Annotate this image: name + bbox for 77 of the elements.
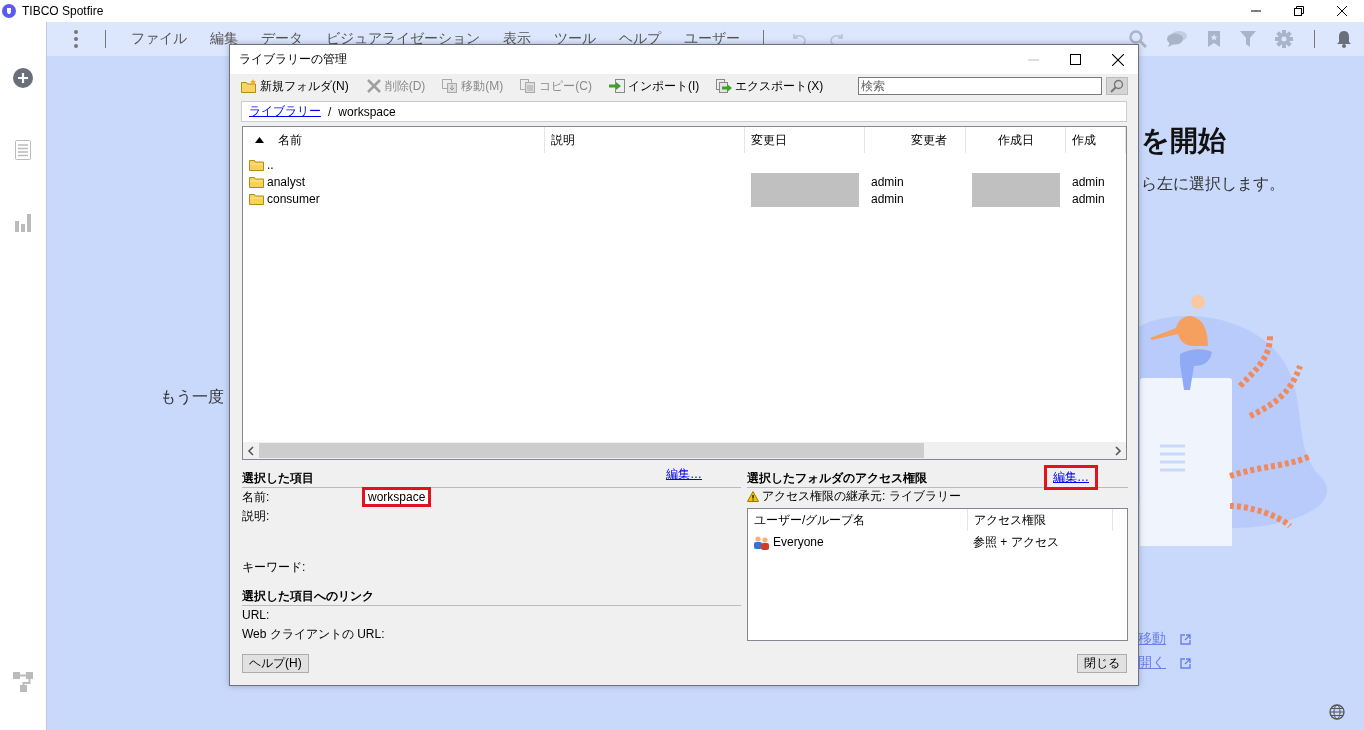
menu-item[interactable]: ヘルプ xyxy=(619,30,661,48)
external-link-icon xyxy=(1180,633,1191,645)
add-icon[interactable] xyxy=(13,68,33,88)
file-name[interactable]: .. xyxy=(267,157,274,172)
column-header[interactable]: 名前 xyxy=(243,127,545,153)
folder-icon xyxy=(249,192,264,205)
dialog-title: ライブラリーの管理 xyxy=(239,51,347,68)
delete-icon xyxy=(365,79,382,93)
horizontal-scrollbar[interactable] xyxy=(243,442,1126,459)
folder-icon xyxy=(249,175,264,188)
welcome-subtitle: ら左に選択します。 xyxy=(1141,174,1285,194)
restore-icon[interactable] xyxy=(1291,3,1307,19)
path-separator: / xyxy=(328,104,332,119)
close-icon[interactable] xyxy=(1112,53,1124,66)
new-folder-icon xyxy=(241,79,257,93)
column-header[interactable]: 変更日 xyxy=(745,127,865,153)
maximize-icon[interactable] xyxy=(1070,53,1082,66)
table-cell: admin xyxy=(871,174,904,189)
breadcrumb-link[interactable]: ライブラリー xyxy=(249,103,321,120)
move-icon xyxy=(442,79,459,93)
help-button[interactable]: ヘルプ(H) xyxy=(242,654,309,673)
search-icon[interactable] xyxy=(1129,30,1147,48)
more-icon[interactable] xyxy=(73,29,79,49)
field-label: 説明: xyxy=(242,508,271,525)
notifications-icon[interactable] xyxy=(1336,30,1352,48)
import-icon xyxy=(609,79,625,93)
column-header[interactable]: 作成日 xyxy=(966,127,1066,153)
table-cell: admin xyxy=(1072,191,1105,206)
breadcrumb-current: workspace xyxy=(338,104,396,119)
search-icon xyxy=(1110,79,1124,93)
copy-icon xyxy=(520,79,537,93)
column-header[interactable]: 説明 xyxy=(545,127,745,153)
field-label: キーワード: xyxy=(242,558,307,576)
warning-icon xyxy=(747,491,759,502)
menu-item[interactable]: ファイル xyxy=(131,30,187,48)
column-header[interactable]: 変更者 xyxy=(865,127,966,153)
section-heading: 選択したフォルダのアクセス権限 xyxy=(747,470,927,487)
field-label: URL: xyxy=(242,608,270,622)
menu-item[interactable]: ツール xyxy=(554,30,596,48)
search-field[interactable]: 検索 xyxy=(858,77,1102,95)
field-label: 名前: xyxy=(242,488,271,506)
toolbar-button[interactable]: インポート(I) xyxy=(609,77,700,95)
field-label: Web クライアントの URL: xyxy=(242,626,385,643)
table-cell: admin xyxy=(871,191,904,206)
app-title: TIBCO Spotfire xyxy=(22,4,104,18)
toolbar-button[interactable]: エクスポート(X) xyxy=(716,77,824,95)
scroll-right-icon[interactable] xyxy=(1114,445,1122,456)
file-name[interactable]: consumer xyxy=(267,191,320,206)
export-icon xyxy=(716,79,733,93)
column-header[interactable]: アクセス権限 xyxy=(968,509,1113,531)
edit-link[interactable]: 編集… xyxy=(1044,465,1098,490)
close-button[interactable]: 閉じる xyxy=(1077,654,1127,673)
edit-link[interactable]: 編集… xyxy=(657,462,711,487)
prompt-text: もう一度 xyxy=(160,387,224,407)
column-header[interactable]: 作成 xyxy=(1066,127,1126,153)
toolbar-button[interactable]: 新規フォルダ(N) xyxy=(241,77,349,95)
field-value: workspace xyxy=(362,487,432,507)
menu-item[interactable]: 編集 xyxy=(210,30,238,48)
section-heading: 選択した項目 xyxy=(242,470,314,487)
section-heading: 選択した項目へのリンク xyxy=(242,588,374,605)
table-cell: Everyone xyxy=(773,535,824,549)
welcome-heading: を開始 xyxy=(1141,124,1226,158)
search-button[interactable] xyxy=(1106,77,1128,95)
menu-item[interactable]: 表示 xyxy=(503,30,531,48)
scrollbar-thumb[interactable] xyxy=(259,443,924,458)
scroll-left-icon[interactable] xyxy=(247,445,255,456)
globe-icon[interactable] xyxy=(1329,704,1345,720)
table-cell: admin xyxy=(1072,174,1105,189)
close-icon[interactable] xyxy=(1334,3,1350,19)
inherit-note: アクセス権限の継承元: ライブラリー xyxy=(762,488,961,505)
column-header[interactable]: ユーザー/グループ名 xyxy=(748,509,968,531)
user-group-icon xyxy=(753,534,770,550)
table-cell-text: 参照 + アクセス xyxy=(972,533,1060,551)
external-link-icon xyxy=(1180,657,1191,669)
folder-icon xyxy=(249,158,264,171)
file-name[interactable]: analyst xyxy=(267,174,306,189)
menu-item[interactable]: ユーザー xyxy=(684,30,740,48)
